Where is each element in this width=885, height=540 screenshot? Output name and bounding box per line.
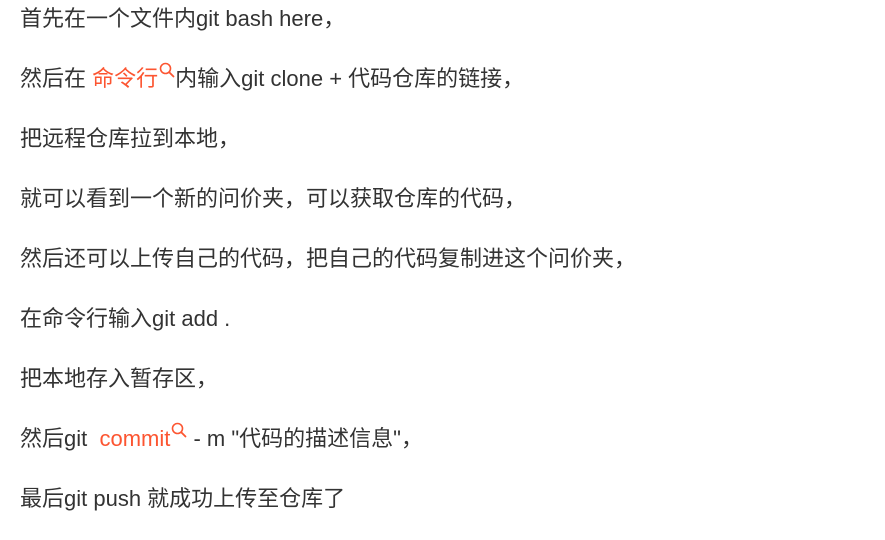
search-icon [172,422,187,438]
paragraph-text-after: 内输入git clone + 代码仓库的链接， [175,66,525,91]
paragraph-text-after: - m "代码的描述信息"， [187,426,423,451]
keyword-link-label: 命令行 [92,66,159,91]
article-body: 首先在一个文件内git bash here， 然后在 命令行 内输入git clo… [20,0,870,540]
paragraph-text: 把本地存入暂存区， [20,366,219,391]
paragraph-3: 把远程仓库拉到本地， [20,120,870,180]
paragraph-9: 最后git push 就成功上传至仓库了 [20,480,870,540]
paragraph-text: 把远程仓库拉到本地， [20,126,241,151]
paragraph-8: 然后git commit - m "代码的描述信息"， [20,420,870,480]
search-icon [159,62,175,78]
paragraph-text-before: 然后在 [20,66,93,91]
keyword-link-label: commit [99,426,171,451]
paragraph-6: 在命令行输入git add . [20,300,870,360]
keyword-link-commit[interactable]: commit [99,420,187,458]
paragraph-4: 就可以看到一个新的问价夹，可以获取仓库的代码， [20,180,870,240]
paragraph-text: 在命令行输入git add . [20,306,231,331]
paragraph-text: 最后git push 就成功上传至仓库了 [20,486,346,511]
paragraph-5: 然后还可以上传自己的代码，把自己的代码复制进这个问价夹， [20,240,870,300]
paragraph-1: 首先在一个文件内git bash here， [20,0,870,60]
paragraph-text: 首先在一个文件内git bash here， [20,6,346,31]
paragraph-text: 就可以看到一个新的问价夹，可以获取仓库的代码， [20,186,527,211]
paragraph-text-before: 然后git [20,426,100,451]
paragraph-text: 然后还可以上传自己的代码，把自己的代码复制进这个问价夹， [20,246,637,271]
keyword-link-command-line[interactable]: 命令行 [92,60,175,98]
paragraph-7: 把本地存入暂存区， [20,360,870,420]
paragraph-2: 然后在 命令行 内输入git clone + 代码仓库的链接， [20,60,870,120]
